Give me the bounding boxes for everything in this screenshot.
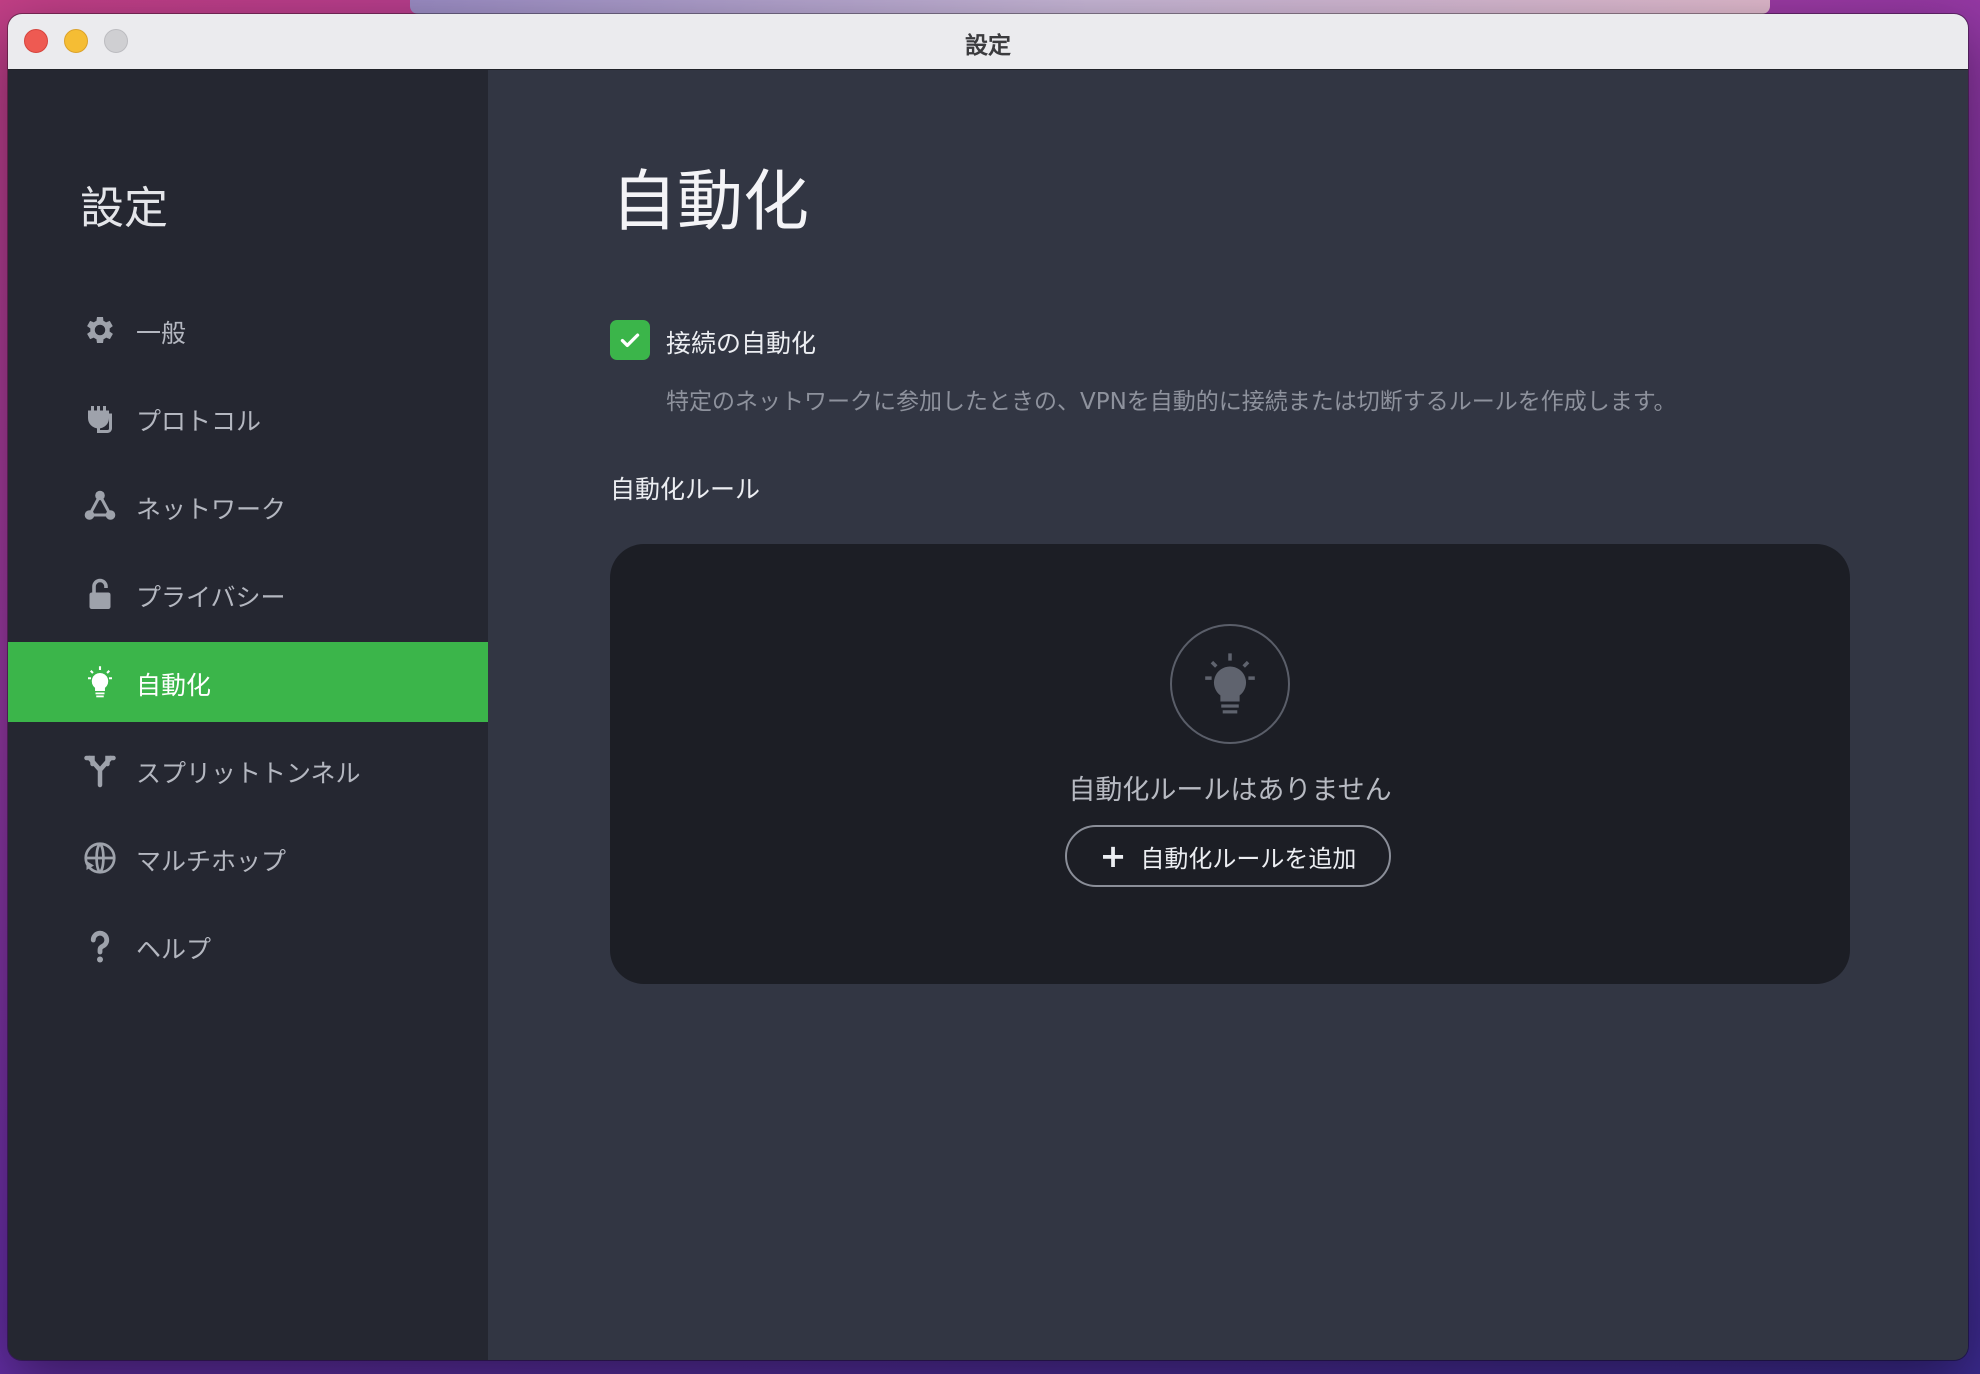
sidebar-item-protocol[interactable]: プロトコル (8, 378, 488, 458)
auto-connect-label: 接続の自動化 (666, 329, 817, 358)
background-window-strip (410, 0, 1770, 14)
add-rule-button[interactable]: + 自動化ルールを追加 (1065, 825, 1391, 887)
rules-empty-panel: 自動化ルールはありません + 自動化ルールを追加 (610, 544, 1850, 984)
auto-connect-checkbox[interactable] (610, 320, 650, 360)
sidebar-item-split-tunnel[interactable]: スプリットトンネル (8, 730, 488, 810)
empty-rules-message: 自動化ルールはありません (1068, 775, 1392, 806)
sidebar-item-help[interactable]: ヘルプ (8, 906, 488, 986)
split-arrow-icon (80, 750, 120, 790)
sidebar-item-general[interactable]: 一般 (8, 290, 488, 370)
rules-section-label: 自動化ルール (610, 475, 761, 504)
sidebar-item-label: プライバシー (136, 583, 286, 612)
globe-icon (80, 838, 120, 878)
sidebar-title: 設定 (80, 183, 168, 234)
question-icon (80, 926, 120, 966)
sidebar-item-label: 自動化 (136, 671, 212, 700)
sidebar-item-network[interactable]: ネットワーク (8, 466, 488, 546)
page-title: 自動化 (611, 163, 809, 240)
title-bar: 設定 (8, 14, 1968, 70)
add-rule-label: 自動化ルールを追加 (1140, 844, 1357, 873)
sidebar-item-multihop[interactable]: マルチホップ (8, 818, 488, 898)
sidebar-item-label: マルチホップ (136, 847, 287, 876)
window-title: 設定 (965, 33, 1011, 59)
sidebar: 設定 一般 プロトコル ネットワーク プライバシー 自動化 スプリットトンネル … (8, 70, 488, 1360)
sidebar-item-automation[interactable]: 自動化 (8, 642, 488, 722)
sidebar-item-label: プロトコル (136, 407, 262, 436)
sidebar-item-label: ネットワーク (136, 495, 287, 524)
auto-connect-description: 特定のネットワークに参加したときの、VPNを自動的に接続または切断するルールを作… (666, 389, 1677, 415)
gear-icon (80, 310, 120, 350)
sidebar-item-label: 一般 (136, 319, 187, 348)
lightbulb-icon (80, 662, 120, 702)
checkmark-icon (620, 333, 640, 348)
plus-icon: + (1099, 837, 1127, 875)
plug-icon (80, 398, 120, 438)
sidebar-item-privacy[interactable]: プライバシー (8, 554, 488, 634)
lock-icon (80, 574, 120, 614)
network-nodes-icon (80, 486, 120, 526)
lightbulb-icon (1205, 653, 1255, 714)
lightbulb-placeholder (1170, 624, 1290, 744)
sidebar-nav: 一般 プロトコル ネットワーク プライバシー 自動化 スプリットトンネル マルチ… (8, 290, 488, 994)
settings-window: 設定 設定 一般 プロトコル ネットワーク プライバシー 自動化 スプリットトン… (8, 14, 1968, 1360)
sidebar-item-label: スプリットトンネル (136, 759, 361, 788)
main-content: 自動化 接続の自動化 特定のネットワークに参加したときの、VPNを自動的に接続ま… (488, 70, 1968, 1360)
sidebar-item-label: ヘルプ (136, 935, 212, 964)
